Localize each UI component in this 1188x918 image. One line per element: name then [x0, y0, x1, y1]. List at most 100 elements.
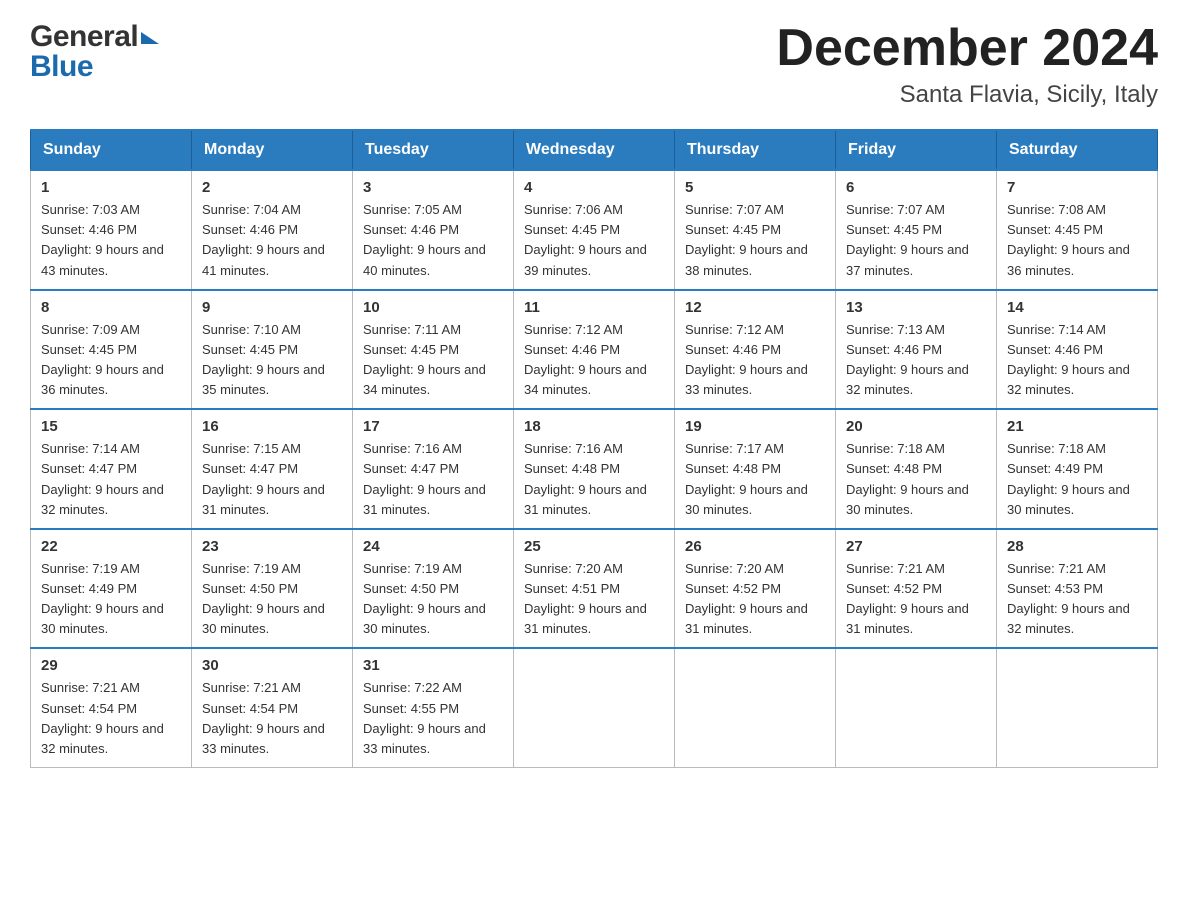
daylight-label: Daylight: 9 hours and 31 minutes.: [524, 601, 647, 636]
sunset-label: Sunset: 4:45 PM: [685, 222, 781, 237]
day-number: 3: [363, 179, 503, 196]
day-number: 21: [1007, 418, 1147, 435]
sunset-label: Sunset: 4:49 PM: [41, 581, 137, 596]
daylight-label: Daylight: 9 hours and 43 minutes.: [41, 242, 164, 277]
day-number: 17: [363, 418, 503, 435]
sunrise-label: Sunrise: 7:17 AM: [685, 441, 784, 456]
table-row: 29 Sunrise: 7:21 AM Sunset: 4:54 PM Dayl…: [31, 648, 192, 767]
sunrise-label: Sunrise: 7:03 AM: [41, 202, 140, 217]
sunrise-label: Sunrise: 7:07 AM: [685, 202, 784, 217]
table-row: 30 Sunrise: 7:21 AM Sunset: 4:54 PM Dayl…: [192, 648, 353, 767]
day-number: 27: [846, 538, 986, 555]
day-number: 28: [1007, 538, 1147, 555]
sunrise-label: Sunrise: 7:15 AM: [202, 441, 301, 456]
daylight-label: Daylight: 9 hours and 35 minutes.: [202, 362, 325, 397]
table-row: 22 Sunrise: 7:19 AM Sunset: 4:49 PM Dayl…: [31, 529, 192, 649]
calendar-week-row: 8 Sunrise: 7:09 AM Sunset: 4:45 PM Dayli…: [31, 290, 1158, 410]
daylight-label: Daylight: 9 hours and 36 minutes.: [1007, 242, 1130, 277]
day-number: 11: [524, 299, 664, 316]
day-number: 31: [363, 657, 503, 674]
table-row: 21 Sunrise: 7:18 AM Sunset: 4:49 PM Dayl…: [997, 409, 1158, 529]
day-number: 10: [363, 299, 503, 316]
day-info: Sunrise: 7:18 AM Sunset: 4:49 PM Dayligh…: [1007, 439, 1147, 520]
col-thursday: Thursday: [675, 130, 836, 170]
daylight-label: Daylight: 9 hours and 31 minutes.: [846, 601, 969, 636]
day-number: 29: [41, 657, 181, 674]
sunset-label: Sunset: 4:51 PM: [524, 581, 620, 596]
day-info: Sunrise: 7:08 AM Sunset: 4:45 PM Dayligh…: [1007, 200, 1147, 281]
calendar-week-row: 1 Sunrise: 7:03 AM Sunset: 4:46 PM Dayli…: [31, 170, 1158, 290]
sunset-label: Sunset: 4:49 PM: [1007, 461, 1103, 476]
day-number: 26: [685, 538, 825, 555]
sunrise-label: Sunrise: 7:19 AM: [202, 561, 301, 576]
table-row: 31 Sunrise: 7:22 AM Sunset: 4:55 PM Dayl…: [353, 648, 514, 767]
col-saturday: Saturday: [997, 130, 1158, 170]
daylight-label: Daylight: 9 hours and 32 minutes.: [846, 362, 969, 397]
day-number: 6: [846, 179, 986, 196]
table-row: 13 Sunrise: 7:13 AM Sunset: 4:46 PM Dayl…: [836, 290, 997, 410]
daylight-label: Daylight: 9 hours and 33 minutes.: [685, 362, 808, 397]
table-row: 3 Sunrise: 7:05 AM Sunset: 4:46 PM Dayli…: [353, 170, 514, 290]
sunrise-label: Sunrise: 7:21 AM: [846, 561, 945, 576]
table-row: 10 Sunrise: 7:11 AM Sunset: 4:45 PM Dayl…: [353, 290, 514, 410]
day-info: Sunrise: 7:06 AM Sunset: 4:45 PM Dayligh…: [524, 200, 664, 281]
sunset-label: Sunset: 4:46 PM: [41, 222, 137, 237]
sunset-label: Sunset: 4:48 PM: [685, 461, 781, 476]
day-number: 25: [524, 538, 664, 555]
sunset-label: Sunset: 4:46 PM: [202, 222, 298, 237]
day-number: 30: [202, 657, 342, 674]
col-monday: Monday: [192, 130, 353, 170]
sunrise-label: Sunrise: 7:20 AM: [685, 561, 784, 576]
sunrise-label: Sunrise: 7:16 AM: [524, 441, 623, 456]
day-number: 19: [685, 418, 825, 435]
table-row: [836, 648, 997, 767]
sunrise-label: Sunrise: 7:20 AM: [524, 561, 623, 576]
day-info: Sunrise: 7:07 AM Sunset: 4:45 PM Dayligh…: [846, 200, 986, 281]
table-row: 27 Sunrise: 7:21 AM Sunset: 4:52 PM Dayl…: [836, 529, 997, 649]
title-block: December 2024 Santa Flavia, Sicily, Ital…: [776, 20, 1158, 109]
table-row: 6 Sunrise: 7:07 AM Sunset: 4:45 PM Dayli…: [836, 170, 997, 290]
sunset-label: Sunset: 4:45 PM: [1007, 222, 1103, 237]
sunrise-label: Sunrise: 7:14 AM: [1007, 322, 1106, 337]
sunrise-label: Sunrise: 7:13 AM: [846, 322, 945, 337]
day-info: Sunrise: 7:11 AM Sunset: 4:45 PM Dayligh…: [363, 320, 503, 401]
day-info: Sunrise: 7:13 AM Sunset: 4:46 PM Dayligh…: [846, 320, 986, 401]
table-row: 7 Sunrise: 7:08 AM Sunset: 4:45 PM Dayli…: [997, 170, 1158, 290]
table-row: 17 Sunrise: 7:16 AM Sunset: 4:47 PM Dayl…: [353, 409, 514, 529]
day-info: Sunrise: 7:18 AM Sunset: 4:48 PM Dayligh…: [846, 439, 986, 520]
day-info: Sunrise: 7:10 AM Sunset: 4:45 PM Dayligh…: [202, 320, 342, 401]
sunset-label: Sunset: 4:47 PM: [363, 461, 459, 476]
logo: General Blue: [30, 20, 159, 84]
sunrise-label: Sunrise: 7:21 AM: [202, 680, 301, 695]
sunset-label: Sunset: 4:54 PM: [202, 701, 298, 716]
day-info: Sunrise: 7:16 AM Sunset: 4:48 PM Dayligh…: [524, 439, 664, 520]
daylight-label: Daylight: 9 hours and 36 minutes.: [41, 362, 164, 397]
table-row: 28 Sunrise: 7:21 AM Sunset: 4:53 PM Dayl…: [997, 529, 1158, 649]
table-row: 11 Sunrise: 7:12 AM Sunset: 4:46 PM Dayl…: [514, 290, 675, 410]
table-row: 19 Sunrise: 7:17 AM Sunset: 4:48 PM Dayl…: [675, 409, 836, 529]
calendar-title: December 2024: [776, 20, 1158, 77]
day-number: 8: [41, 299, 181, 316]
table-row: [675, 648, 836, 767]
daylight-label: Daylight: 9 hours and 31 minutes.: [202, 482, 325, 517]
sunset-label: Sunset: 4:45 PM: [202, 342, 298, 357]
day-number: 13: [846, 299, 986, 316]
sunset-label: Sunset: 4:50 PM: [202, 581, 298, 596]
sunset-label: Sunset: 4:45 PM: [846, 222, 942, 237]
table-row: [514, 648, 675, 767]
day-number: 5: [685, 179, 825, 196]
day-number: 1: [41, 179, 181, 196]
sunrise-label: Sunrise: 7:21 AM: [41, 680, 140, 695]
table-row: 5 Sunrise: 7:07 AM Sunset: 4:45 PM Dayli…: [675, 170, 836, 290]
sunrise-label: Sunrise: 7:06 AM: [524, 202, 623, 217]
col-wednesday: Wednesday: [514, 130, 675, 170]
table-row: 26 Sunrise: 7:20 AM Sunset: 4:52 PM Dayl…: [675, 529, 836, 649]
day-number: 20: [846, 418, 986, 435]
logo-blue-text: Blue: [30, 50, 93, 84]
day-info: Sunrise: 7:20 AM Sunset: 4:52 PM Dayligh…: [685, 559, 825, 640]
table-row: 8 Sunrise: 7:09 AM Sunset: 4:45 PM Dayli…: [31, 290, 192, 410]
sunset-label: Sunset: 4:54 PM: [41, 701, 137, 716]
sunrise-label: Sunrise: 7:05 AM: [363, 202, 462, 217]
calendar-subtitle: Santa Flavia, Sicily, Italy: [776, 81, 1158, 109]
day-number: 7: [1007, 179, 1147, 196]
